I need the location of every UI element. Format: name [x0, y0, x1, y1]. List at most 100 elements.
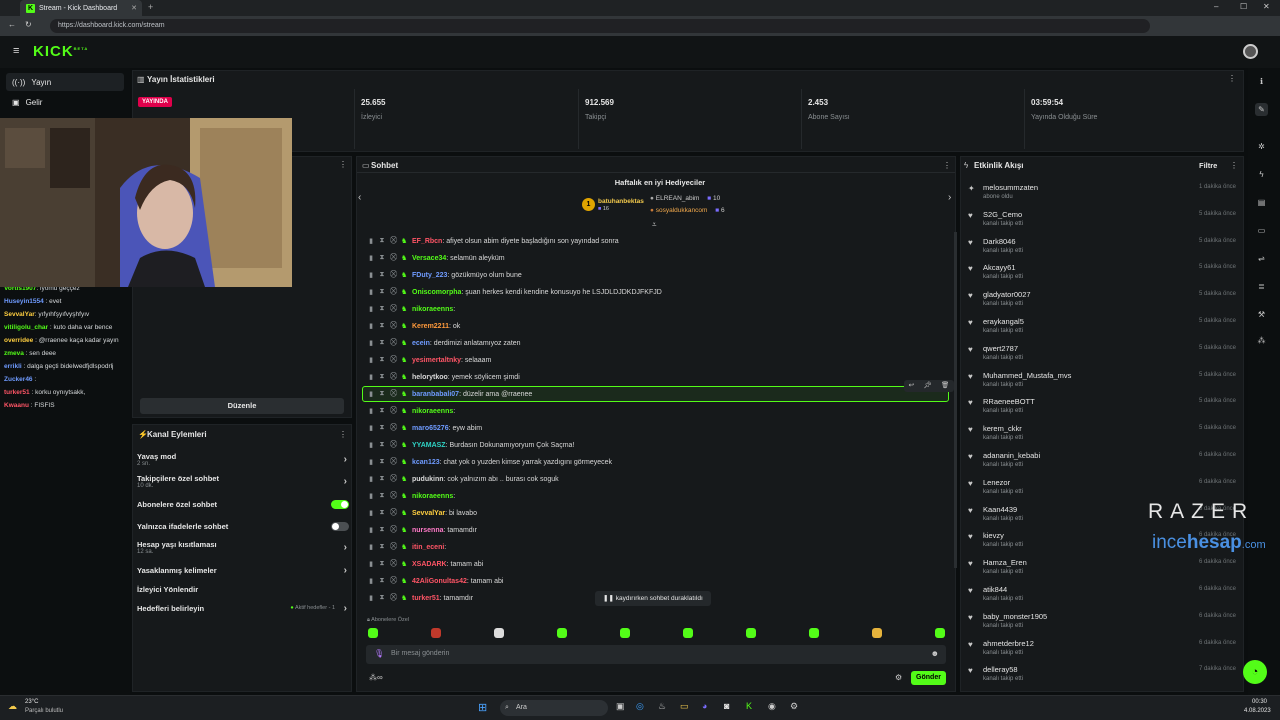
timeout-icon[interactable]: ⧗: [379, 288, 385, 296]
gifters-prev-icon[interactable]: ‹: [358, 192, 361, 203]
emote-only-toggle[interactable]: [331, 522, 349, 531]
filter-button[interactable]: Filtre: [1199, 161, 1217, 170]
chat-username[interactable]: kcan123: [412, 459, 440, 466]
task-view-icon[interactable]: ▣: [616, 701, 625, 712]
weather-desc[interactable]: Parçalı bulutlu: [25, 708, 63, 714]
chat-message[interactable]: ▮ ⧗ ⛒ ♞ nursenna: tamamdır: [368, 523, 477, 537]
event-username[interactable]: melosummzaten: [983, 183, 1038, 192]
event-username[interactable]: kievzy: [983, 531, 1004, 540]
event-item[interactable]: ♥ Dark8046 kanalı takip etti 5 dakika önce: [968, 237, 1240, 263]
explorer-icon[interactable]: ▭: [680, 701, 689, 712]
timeout-icon[interactable]: ⧗: [379, 305, 385, 313]
collapse-icon[interactable]: ⩡: [652, 220, 657, 230]
ban-icon[interactable]: ⛒: [390, 288, 397, 296]
event-item[interactable]: ♥ atik844 kanalı takip etti 6 dakika önce: [968, 585, 1240, 611]
pin-message-icon[interactable]: ▮: [368, 322, 374, 330]
info-icon[interactable]: ℹ: [1255, 75, 1268, 88]
event-username[interactable]: RRaeneeBOTT: [983, 397, 1035, 406]
timeout-icon[interactable]: ⧗: [379, 543, 385, 551]
reply-icon[interactable]: ↩: [909, 380, 914, 392]
timeout-icon[interactable]: ⧗: [379, 254, 385, 262]
chat-username[interactable]: itin_eceni: [412, 544, 444, 551]
chat-username[interactable]: EF_Rbcn: [412, 238, 442, 245]
sidebar-item-yayin[interactable]: ((·)) Yayın: [6, 73, 124, 91]
event-username[interactable]: Muhammed_Mustafa_mvs: [983, 371, 1071, 380]
chat-username[interactable]: YYAMASZ: [412, 442, 446, 449]
timeout-icon[interactable]: ⧗: [379, 237, 385, 245]
action-account-age[interactable]: Hesap yaşı kısıtlaması 12 sa. ›: [137, 540, 351, 555]
emote-icon[interactable]: [557, 628, 567, 638]
event-item[interactable]: ♥ delleray58 kanalı takip etti 7 dakika önc…: [968, 665, 1240, 691]
emote-picker-icon[interactable]: ☻: [931, 649, 939, 658]
timeout-icon[interactable]: ⧗: [379, 339, 385, 347]
action-banned-words[interactable]: Yasaklanmış kelimeler ›: [137, 565, 351, 576]
timeout-icon[interactable]: ⧗: [379, 390, 385, 398]
pin-message-icon[interactable]: ▮: [368, 475, 374, 483]
stats-menu-icon[interactable]: ⋮: [1228, 74, 1236, 83]
chat-message[interactable]: ▮ ⧗ ⛒ ♞ turker51: tamamdır: [368, 591, 473, 605]
chat-message[interactable]: ▮ ⧗ ⛒ ♞ Oniscomorpha: şuan herkes kendi kend…: [368, 285, 662, 299]
browser-tab[interactable]: K Stream - Kick Dashboard ✕: [20, 0, 142, 16]
event-item[interactable]: ♥ adananin_kebabi kanalı takip etti 6 dakik…: [968, 451, 1240, 477]
ban-icon[interactable]: ⛒: [390, 526, 397, 534]
chat-message[interactable]: ▮ ⧗ ⛒ ♞ FDuty_223: gözükmüyo olum bune: [368, 268, 522, 282]
chat-extras-icon[interactable]: ⁂∞: [369, 673, 383, 682]
new-tab-icon[interactable]: +: [148, 2, 153, 12]
steam-icon[interactable]: ♨: [658, 701, 666, 712]
chat-message[interactable]: ▮ ⧗ ⛒ ♞ 42AliGonultas42: tamam abi: [368, 574, 503, 588]
chat-message[interactable]: ▮ ⧗ ⛒ ♞ helorytkoo: yemek söylicem şimdi: [368, 370, 520, 384]
event-username[interactable]: qwert2787: [983, 344, 1018, 353]
pin-message-icon[interactable]: ▮: [368, 407, 374, 415]
mic-icon[interactable]: 🎙︎: [374, 649, 384, 658]
chat-username[interactable]: helorytkoo: [412, 374, 448, 381]
edit-icon[interactable]: ✎: [1255, 103, 1268, 116]
timeout-icon[interactable]: ⧗: [379, 475, 385, 483]
preview-menu-icon[interactable]: ⋮: [339, 160, 347, 169]
minimize-icon[interactable]: –: [1214, 2, 1218, 11]
chat-message[interactable]: ▮ ⧗ ⛒ ♞ maro65276: eyw abim: [368, 421, 482, 435]
obs-icon[interactable]: ◉: [768, 701, 776, 712]
pin-message-icon[interactable]: ▮: [368, 271, 374, 279]
timeout-icon[interactable]: ⧗: [379, 458, 385, 466]
ban-icon[interactable]: ⛒: [390, 560, 397, 568]
ban-icon[interactable]: ⛒: [390, 509, 397, 517]
event-item[interactable]: ♥ Hamza_Eren kanalı takip etti 6 dakika önc…: [968, 558, 1240, 584]
sidebar-item-gelir[interactable]: ▣ Gelir: [6, 93, 124, 111]
timeout-icon[interactable]: ⧗: [379, 560, 385, 568]
event-username[interactable]: Akcayy61: [983, 263, 1016, 272]
event-username[interactable]: Hamza_Eren: [983, 558, 1027, 567]
chat-username[interactable]: nikoraeenns: [412, 306, 453, 313]
settings-icon[interactable]: ✲: [1255, 140, 1268, 153]
chat-message[interactable]: ▮ ⧗ ⛒ ♞ XSADARK: tamam abi: [368, 557, 483, 571]
event-username[interactable]: Kaan4439: [983, 505, 1017, 514]
ban-icon[interactable]: ⛒: [390, 339, 397, 347]
chat-username[interactable]: pudukinn: [412, 476, 444, 483]
event-item[interactable]: ♥ RRaeneeBOTT kanalı takip etti 5 dakika ön…: [968, 397, 1240, 423]
share-icon[interactable]: ⁂: [1255, 334, 1268, 347]
tools-icon[interactable]: ⚒: [1255, 308, 1268, 321]
events-menu-icon[interactable]: ⋮: [1230, 161, 1238, 170]
chat-username[interactable]: FDuty_223: [412, 272, 447, 279]
pin-message-icon[interactable]: ▮: [368, 458, 374, 466]
ban-icon[interactable]: ⛒: [390, 237, 397, 245]
emote-icon[interactable]: [368, 628, 378, 638]
chat-username[interactable]: SevvalYar: [412, 510, 445, 517]
action-emote-only[interactable]: Yalnızca ifadelerle sohbet: [137, 522, 351, 531]
chat-username[interactable]: turker51: [412, 595, 440, 602]
ban-icon[interactable]: ⛒: [390, 475, 397, 483]
actions-menu-icon[interactable]: ⋮: [339, 430, 347, 439]
pin-message-icon[interactable]: ▮: [368, 492, 374, 500]
ban-icon[interactable]: ⛒: [390, 373, 397, 381]
ban-icon[interactable]: ⛒: [390, 254, 397, 262]
chat-message[interactable]: ▮ ⧗ ⛒ ♞ yesimertaltnky: selaaam: [368, 353, 491, 367]
clipboard-icon[interactable]: ▤: [1255, 196, 1268, 209]
pin-message-icon[interactable]: ▮: [368, 373, 374, 381]
pin-message-icon[interactable]: ▮: [368, 305, 374, 313]
chat-message[interactable]: ▮ ⧗ ⛒ ♞ nikoraeenns:: [368, 404, 455, 418]
timeout-icon[interactable]: ⧗: [379, 373, 385, 381]
action-goals[interactable]: Hedefleri belirleyin ● Aktif hedefler - …: [137, 603, 351, 614]
window-close-icon[interactable]: ✕: [1263, 2, 1270, 11]
chat-input[interactable]: 🎙︎ Bir mesaj gönderin ☻: [366, 645, 946, 664]
action-subscribers-only[interactable]: Abonelere özel sohbet: [137, 500, 351, 509]
gifters-next-icon[interactable]: ›: [948, 192, 951, 203]
